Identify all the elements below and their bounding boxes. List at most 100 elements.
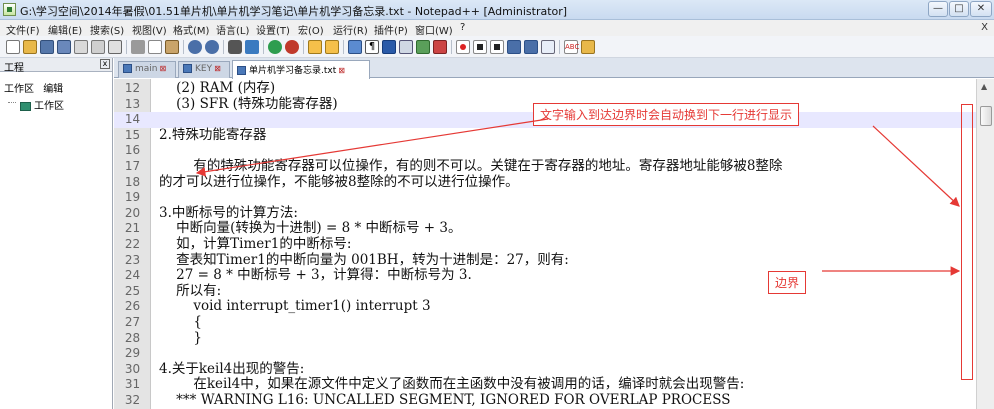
- editor-line[interactable]: 12 (2) RAM (内存): [114, 80, 980, 97]
- editor-line[interactable]: 16: [114, 143, 980, 159]
- editor-line[interactable]: 30 4.关于keil4出现的警告:: [114, 361, 980, 378]
- spellcheck-icon[interactable]: [541, 40, 555, 54]
- tab-close-icon[interactable]: ⊠: [338, 66, 345, 75]
- editor-line[interactable]: 18 的才可以进行位操作，不能够被8整除的不可以进行位操作。: [114, 174, 980, 191]
- run-macro-multiple-icon[interactable]: [507, 40, 521, 54]
- line-text: (3) SFR (特殊功能寄存器): [159, 95, 338, 112]
- title-bar: G:\学习空间\2014年暑假\01.51单片机\单片机学习笔记\单片机学习备忘…: [0, 0, 994, 20]
- doc-map-icon[interactable]: [399, 40, 413, 54]
- editor-line[interactable]: 20 3.中断标号的计算方法:: [114, 204, 980, 222]
- open-folder-icon[interactable]: [581, 40, 595, 54]
- toolbar: ¶ ABC: [0, 36, 994, 58]
- editor-line[interactable]: 29: [114, 346, 980, 362]
- open-file-icon[interactable]: [23, 40, 37, 54]
- replace-icon[interactable]: [245, 40, 259, 54]
- tab-bar: main ⊠ KEY ⊠ 单片机学习备忘录.txt ⊠: [114, 58, 994, 79]
- zoom-in-icon[interactable]: [268, 40, 282, 54]
- line-number: 14: [124, 112, 141, 127]
- panel-close-button[interactable]: x: [100, 59, 110, 69]
- line-number: 26: [124, 299, 141, 314]
- notepad-app-icon: [3, 3, 16, 16]
- record-macro-icon[interactable]: [456, 40, 470, 54]
- close-document-button[interactable]: X: [981, 22, 988, 33]
- file-icon: [237, 66, 246, 75]
- menu-format[interactable]: 格式(M): [173, 22, 209, 37]
- menu-file[interactable]: 文件(F): [6, 22, 40, 37]
- text-editor[interactable]: 12 (2) RAM (内存) 13 (3) SFR (特殊功能寄存器) 14 15 2…: [114, 79, 994, 409]
- menu-language[interactable]: 语言(L): [216, 22, 249, 37]
- close-icon[interactable]: [74, 40, 88, 54]
- tab-main[interactable]: main ⊠: [118, 61, 176, 78]
- save-all-icon[interactable]: [57, 40, 71, 54]
- stop-record-icon[interactable]: [473, 40, 487, 54]
- menu-settings[interactable]: 设置(T): [256, 22, 290, 37]
- close-all-icon[interactable]: [91, 40, 105, 54]
- copy-icon[interactable]: [148, 40, 162, 54]
- editor-line[interactable]: 26 void interrupt_timer1() interrupt 3: [114, 299, 980, 315]
- paste-icon[interactable]: [165, 40, 179, 54]
- cut-icon[interactable]: [131, 40, 145, 54]
- vertical-scrollbar[interactable]: ▲: [976, 79, 994, 409]
- menu-search[interactable]: 搜索(S): [90, 22, 124, 37]
- tree-item-workspace[interactable]: 工作区: [10, 97, 64, 112]
- maximize-button[interactable]: □: [949, 1, 969, 17]
- line-text: 3.中断标号的计算方法:: [159, 204, 298, 221]
- scrollbar-thumb[interactable]: [980, 106, 992, 126]
- editor-line[interactable]: 23 查表知Timer1的中断向量为 001BH，转为十进制是：27，则有:: [114, 252, 980, 269]
- close-window-button[interactable]: ✕: [970, 1, 992, 17]
- editor-line[interactable]: 25 所以有:: [114, 283, 980, 300]
- save-icon[interactable]: [40, 40, 54, 54]
- editor-line[interactable]: 19: [114, 190, 980, 206]
- panel-menu-workspace[interactable]: 工作区: [4, 84, 34, 95]
- indent-guide-icon[interactable]: [382, 40, 396, 54]
- line-text: 有的特殊功能寄存器可以位操作，有的则不可以。关键在于寄存器的地址。寄存器地址能够…: [159, 158, 783, 174]
- undo-icon[interactable]: [188, 40, 202, 54]
- wrap-annotation: 文字输入到达边界时会自动换到下一行进行显示: [533, 103, 800, 126]
- editor-line[interactable]: 17 有的特殊功能寄存器可以位操作，有的则不可以。关键在于寄存器的地址。寄存器地…: [114, 158, 980, 175]
- function-list-icon[interactable]: [416, 40, 430, 54]
- menu-run[interactable]: 运行(R): [333, 22, 368, 37]
- redo-icon[interactable]: [205, 40, 219, 54]
- tab-label: KEY: [195, 64, 213, 74]
- line-number: 18: [124, 174, 141, 189]
- new-file-icon[interactable]: [6, 40, 20, 54]
- editor-line[interactable]: 32 *** WARNING L16: UNCALLED SEGMENT, IG…: [114, 392, 980, 409]
- menu-window[interactable]: 窗口(W): [415, 22, 453, 37]
- editor-line[interactable]: 21 中断向量(转换为十进制) = 8 * 中断标号 + 3。: [114, 221, 980, 237]
- scroll-up-icon[interactable]: ▲: [981, 82, 987, 91]
- menu-view[interactable]: 视图(V): [132, 22, 167, 37]
- editor-line[interactable]: 27 {: [114, 314, 980, 331]
- menu-plugins[interactable]: 插件(P): [374, 22, 408, 37]
- minimize-button[interactable]: —: [928, 1, 948, 17]
- tab-key[interactable]: KEY ⊠: [178, 61, 230, 78]
- editor-line[interactable]: 31 在keil4中，如果在源文件中定义了函数而在主函数中没有被调用的话，编译时…: [114, 377, 980, 393]
- print-icon[interactable]: [108, 40, 122, 54]
- editor-line[interactable]: 15 2.特殊功能寄存器: [114, 126, 980, 144]
- menu-edit[interactable]: 编辑(E): [48, 22, 82, 37]
- editor-line[interactable]: 28 }: [114, 330, 980, 347]
- zoom-out-icon[interactable]: [285, 40, 299, 54]
- tab-close-icon[interactable]: ⊠: [160, 64, 167, 73]
- editor-line[interactable]: 22 如，计算Timer1的中断标号:: [114, 236, 980, 253]
- line-number: 15: [124, 127, 141, 142]
- line-text: 如，计算Timer1的中断标号:: [159, 236, 352, 252]
- sync-vertical-icon[interactable]: [308, 40, 322, 54]
- editor-line[interactable]: 24 27 = 8 * 中断标号 + 3，计算得：中断标号为 3.: [114, 268, 980, 284]
- menu-macro[interactable]: 宏(O): [298, 22, 324, 37]
- line-text: 2.特殊功能寄存器: [159, 126, 267, 143]
- line-number: 31: [124, 377, 141, 392]
- line-number: 28: [124, 330, 141, 345]
- tab-active-document[interactable]: 单片机学习备忘录.txt ⊠: [232, 60, 370, 79]
- tab-close-icon[interactable]: ⊠: [214, 64, 221, 73]
- folder-workspace-icon[interactable]: [433, 40, 447, 54]
- all-chars-icon[interactable]: ¶: [365, 40, 379, 54]
- word-wrap-icon[interactable]: [348, 40, 362, 54]
- panel-menu-edit[interactable]: 编辑: [43, 84, 63, 95]
- play-macro-icon[interactable]: [490, 40, 504, 54]
- sync-horizontal-icon[interactable]: [325, 40, 339, 54]
- find-icon[interactable]: [228, 40, 242, 54]
- line-text: 在keil4中，如果在源文件中定义了函数而在主函数中没有被调用的话，编译时就会出…: [159, 376, 745, 393]
- abc-spell-icon[interactable]: ABC: [564, 40, 579, 54]
- menu-help[interactable]: ?: [460, 22, 465, 33]
- save-macro-icon[interactable]: [524, 40, 538, 54]
